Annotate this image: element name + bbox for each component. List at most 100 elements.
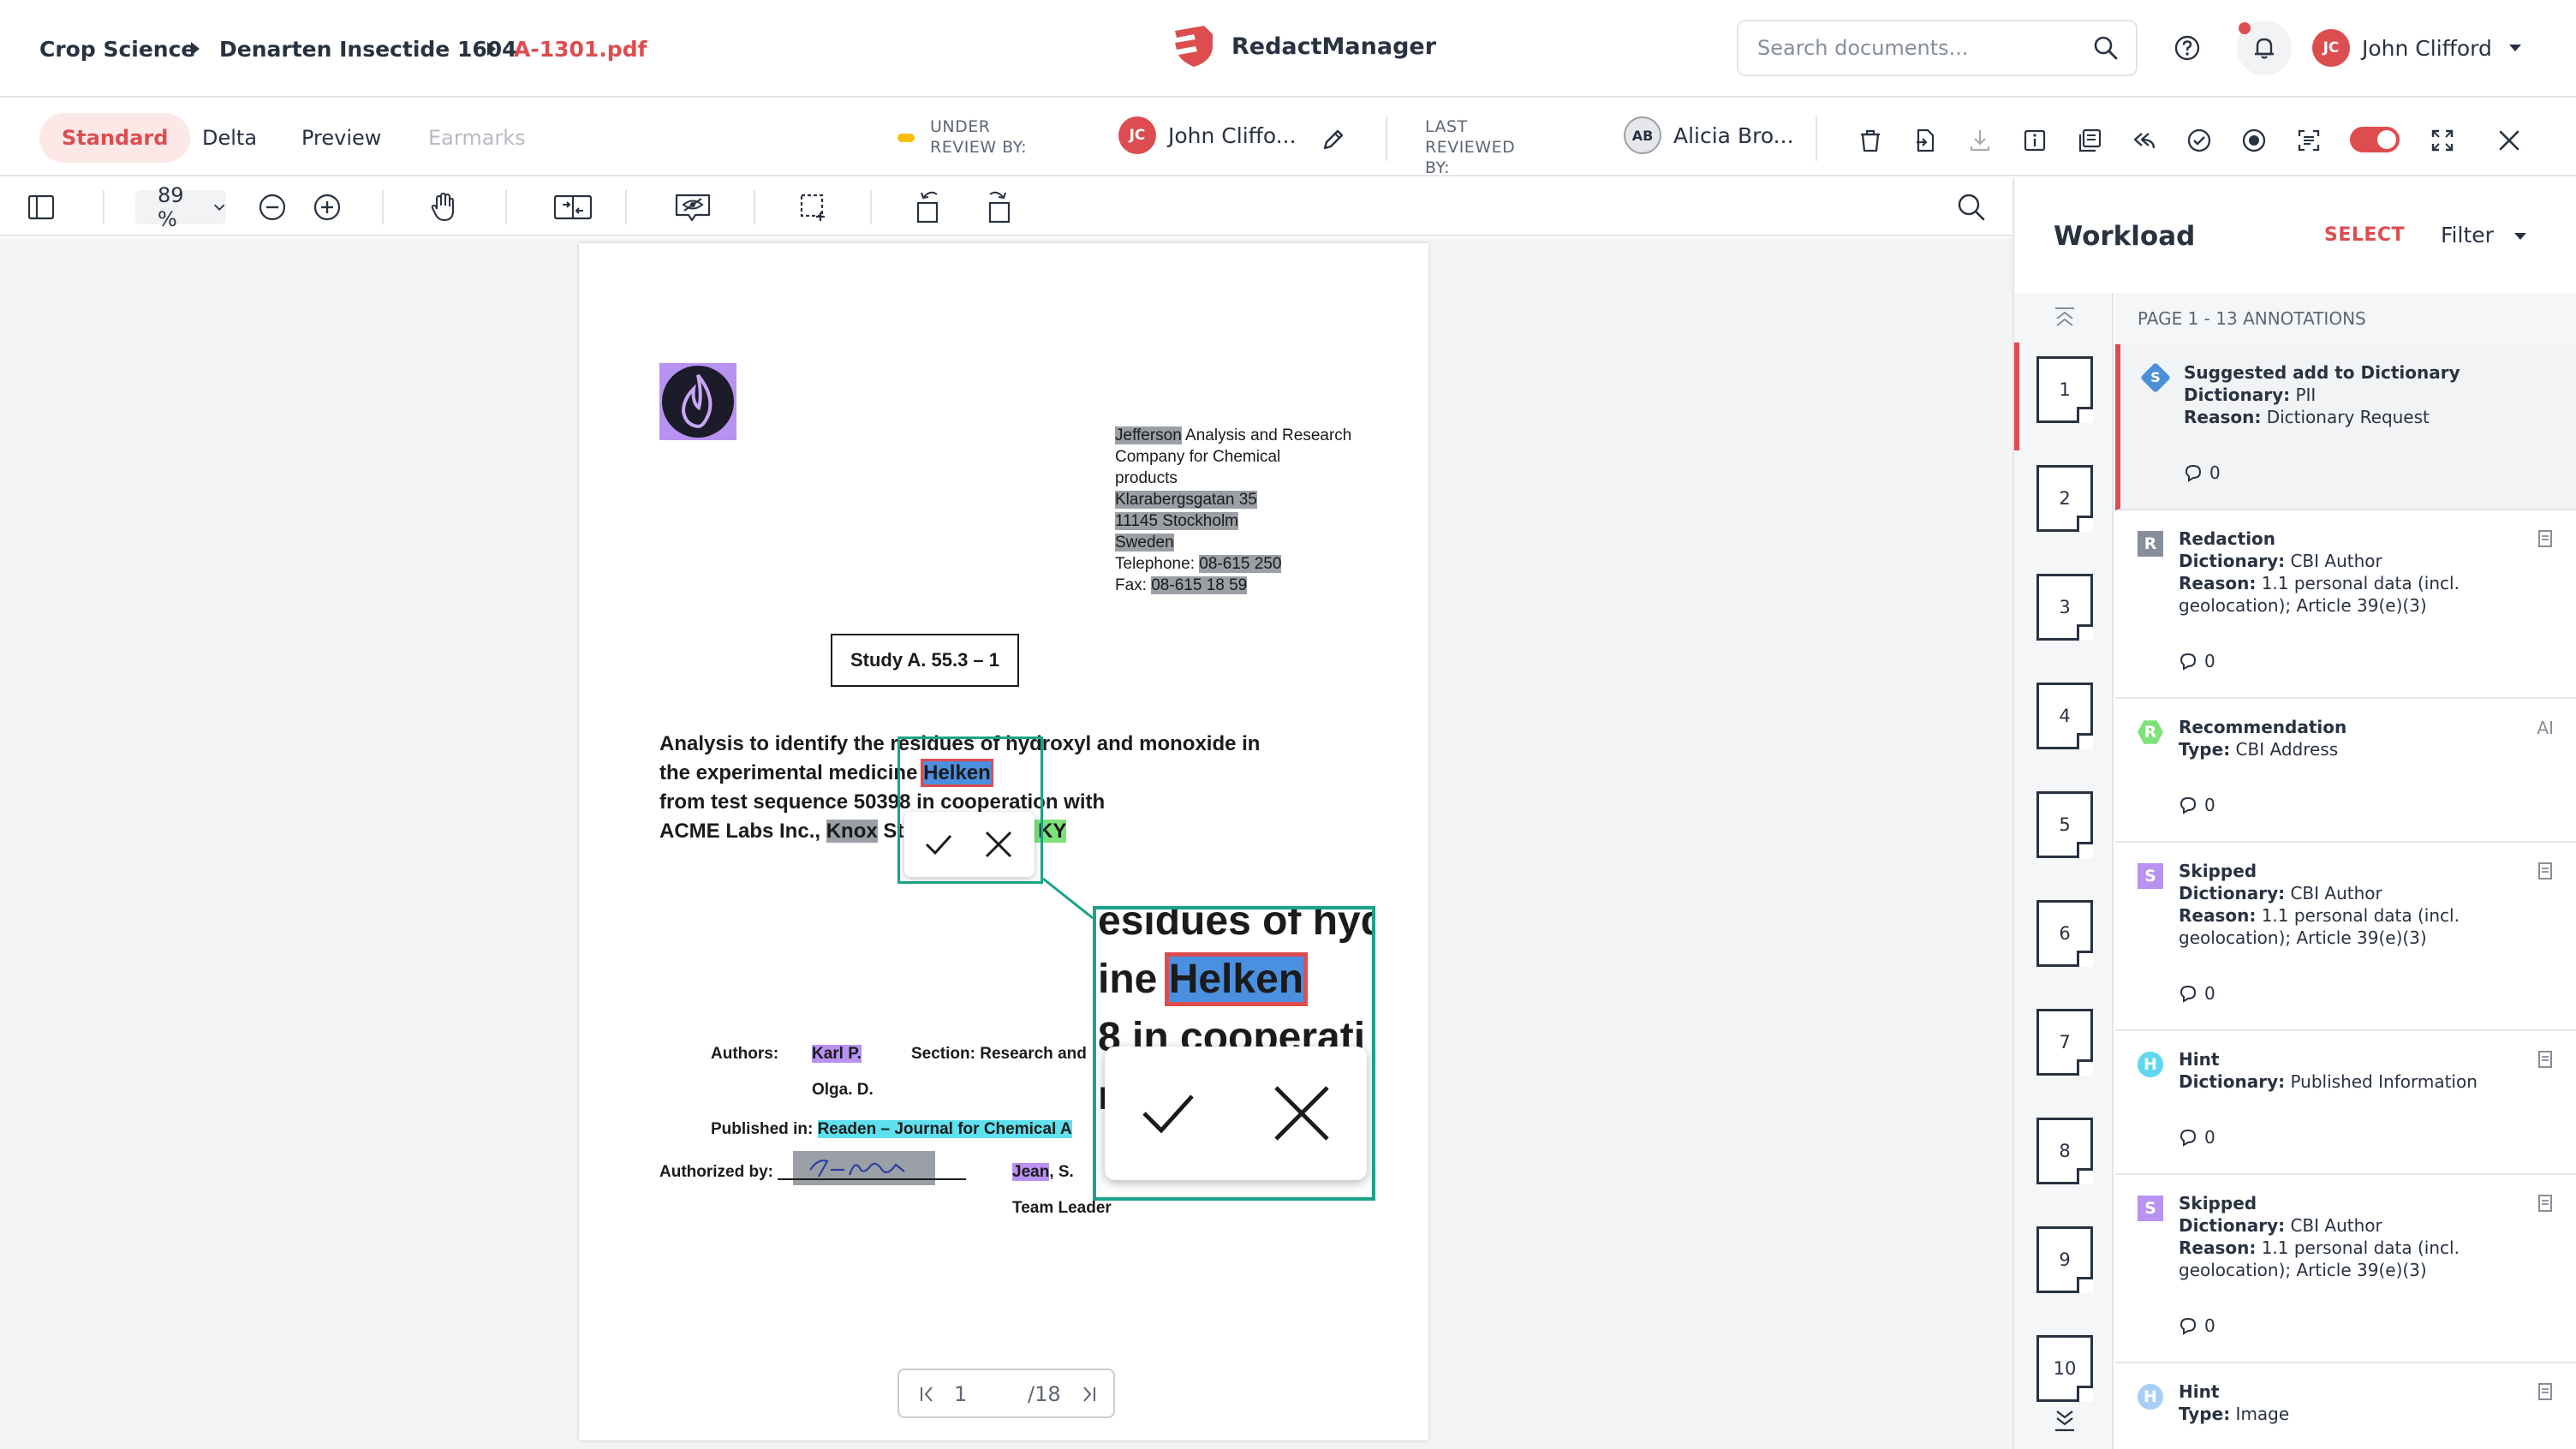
- address-street[interactable]: Klarabergsgatan 35: [1115, 489, 1351, 510]
- page-thumbnail[interactable]: 4: [2036, 683, 2093, 749]
- zoom-in-icon[interactable]: [312, 192, 343, 223]
- comments-count[interactable]: 0: [2179, 983, 2215, 1004]
- comments-count[interactable]: 0: [2179, 1315, 2215, 1336]
- comments-count[interactable]: 0: [2179, 651, 2215, 671]
- signature-image[interactable]: [793, 1151, 935, 1185]
- author-olga: Olga. D.: [812, 1081, 874, 1099]
- scroll-to-bottom-icon[interactable]: [2052, 1408, 2078, 1434]
- app-logo[interactable]: RedactManager: [1170, 22, 1436, 70]
- annotation-action-popup: [904, 812, 1035, 877]
- annotation-knox[interactable]: Knox: [826, 820, 878, 843]
- annotation-card[interactable]: R Redaction Dictionary: CBI Author Reason: …: [2115, 510, 2576, 699]
- ocr-scan-icon[interactable]: [2293, 125, 2324, 156]
- annotation-card[interactable]: S Skipped Dictionary: CBI Author Reason: 1.…: [2115, 843, 2576, 1031]
- filter-dropdown[interactable]: Filter: [2441, 223, 2526, 247]
- search-box[interactable]: [1737, 20, 2138, 76]
- first-page-icon[interactable]: [918, 1384, 939, 1404]
- compare-view-icon[interactable]: [552, 192, 594, 223]
- page-thumbnail[interactable]: 6: [2036, 900, 2093, 967]
- reject-x-icon[interactable]: [1267, 1079, 1336, 1148]
- document-reference-icon[interactable]: [2537, 529, 2554, 552]
- zoom-out-icon[interactable]: [257, 192, 288, 223]
- fax-line[interactable]: Fax: 08-615 18 59: [1115, 575, 1351, 596]
- breadcrumb-crop-science[interactable]: Crop Science: [39, 0, 195, 98]
- undo-all-icon[interactable]: [2129, 125, 2160, 156]
- search-input[interactable]: [1757, 36, 2083, 60]
- document-reference-icon[interactable]: [2537, 862, 2554, 885]
- document-reference-icon[interactable]: [2537, 1382, 2554, 1405]
- rotate-right-icon[interactable]: [983, 187, 1014, 224]
- select-button[interactable]: SELECT: [2324, 224, 2405, 246]
- breadcrumb-file[interactable]: A-1301.pdf: [514, 0, 647, 98]
- page-thumbnail[interactable]: 3: [2036, 574, 2093, 641]
- tab-delta[interactable]: Delta: [180, 113, 279, 163]
- search-icon[interactable]: [2093, 35, 2119, 61]
- edit-reviewer-icon[interactable]: [1319, 125, 1348, 154]
- compare-pages-icon[interactable]: [2074, 125, 2105, 156]
- last-page-icon[interactable]: [1077, 1384, 1098, 1404]
- fullscreen-icon[interactable]: [2427, 125, 2458, 156]
- download-icon[interactable]: [1965, 125, 1995, 156]
- address-country[interactable]: Sweden: [1115, 532, 1351, 553]
- page-thumbnail[interactable]: 9: [2036, 1226, 2093, 1293]
- page-thumbnail[interactable]: 5: [2036, 791, 2093, 858]
- page-thumbnail[interactable]: 8: [2036, 1118, 2093, 1184]
- user-menu[interactable]: JC John Clifford: [2312, 29, 2521, 67]
- page-thumbnail[interactable]: 1: [2036, 356, 2093, 423]
- delete-icon[interactable]: [1855, 125, 1886, 156]
- record-icon[interactable]: [2239, 125, 2269, 156]
- telephone-line[interactable]: Telephone: 08-615 250: [1115, 553, 1351, 575]
- comments-count[interactable]: 0: [2184, 462, 2221, 483]
- comments-count[interactable]: 0: [2179, 795, 2215, 815]
- annotation-field: Type: CBI Address: [2179, 739, 2339, 760]
- toggle-sidebar-icon[interactable]: [26, 192, 57, 223]
- tab-preview[interactable]: Preview: [279, 113, 403, 163]
- annotation-card[interactable]: R Recommendation Type: CBI Address 0 AI: [2115, 699, 2576, 843]
- reject-x-icon[interactable]: [981, 827, 1016, 862]
- bell-icon: [2255, 38, 2274, 59]
- annotation-card[interactable]: S Suggested add to Dictionary Dictionary: …: [2115, 344, 2576, 510]
- signer-role: Team Leader: [1012, 1199, 1112, 1217]
- page-logo-image[interactable]: [659, 363, 736, 440]
- comments-count[interactable]: 0: [2179, 1127, 2215, 1148]
- page-thumbnail[interactable]: 7: [2036, 1009, 2093, 1076]
- breadcrumb-dossier[interactable]: Denarten Insectide 1604: [219, 0, 517, 98]
- annotation-card[interactable]: H Hint Type: Image: [2115, 1363, 2576, 1449]
- annotation-journal[interactable]: Readen – Journal for Chemical A: [817, 1120, 1072, 1138]
- info-icon[interactable]: [2019, 125, 2050, 156]
- rotate-left-icon[interactable]: [913, 187, 944, 224]
- search-in-document-icon[interactable]: [1956, 192, 1987, 223]
- redaction-toggle[interactable]: [2350, 127, 2400, 152]
- author-karl[interactable]: Karl P.: [812, 1045, 862, 1064]
- page-thumbnail[interactable]: 10: [2036, 1335, 2093, 1402]
- scroll-to-top-icon[interactable]: [2052, 305, 2078, 331]
- accept-check-icon[interactable]: [921, 827, 956, 862]
- document-reference-icon[interactable]: [2537, 1194, 2554, 1217]
- import-file-icon[interactable]: [1910, 125, 1941, 156]
- pan-hand-icon[interactable]: [428, 192, 459, 223]
- signer-name[interactable]: Jean, S.: [1012, 1163, 1074, 1182]
- annotation-type: Skipped: [2179, 861, 2257, 881]
- area-select-icon[interactable]: [798, 192, 829, 223]
- document-page[interactable]: Jefferson Analysis and Research Company …: [579, 243, 1428, 1440]
- address-city[interactable]: 11145 Stockholm: [1115, 510, 1351, 532]
- tab-standard[interactable]: Standard: [39, 113, 191, 163]
- current-page-input[interactable]: 1: [954, 1382, 967, 1406]
- hide-annotations-icon[interactable]: [673, 192, 713, 223]
- page-thumbnail[interactable]: 2: [2036, 465, 2093, 532]
- accept-check-icon[interactable]: [1134, 1079, 1202, 1148]
- close-icon[interactable]: [2494, 125, 2525, 156]
- notifications-button[interactable]: [2237, 21, 2292, 75]
- annotation-card[interactable]: S Skipped Dictionary: CBI Author Reason: 1.…: [2115, 1175, 2576, 1363]
- chevron-down-icon: [213, 204, 224, 212]
- help-icon[interactable]: [2172, 33, 2203, 63]
- annotation-card[interactable]: H Hint Dictionary: Published Information 0: [2115, 1031, 2576, 1175]
- under-review-reviewer[interactable]: JC John Cliffo...: [1118, 116, 1297, 154]
- annotation-type: Hint: [2179, 1049, 2220, 1070]
- document-reference-icon[interactable]: [2537, 1050, 2554, 1073]
- approve-icon[interactable]: [2184, 125, 2215, 156]
- document-viewer[interactable]: Jefferson Analysis and Research Company …: [0, 238, 2012, 1449]
- annotation-details: Skipped Dictionary: CBI Author Reason: 1.1…: [2179, 860, 2521, 949]
- zoom-level[interactable]: 89 %: [135, 183, 226, 231]
- company-line[interactable]: Jefferson Analysis and Research: [1115, 425, 1351, 446]
